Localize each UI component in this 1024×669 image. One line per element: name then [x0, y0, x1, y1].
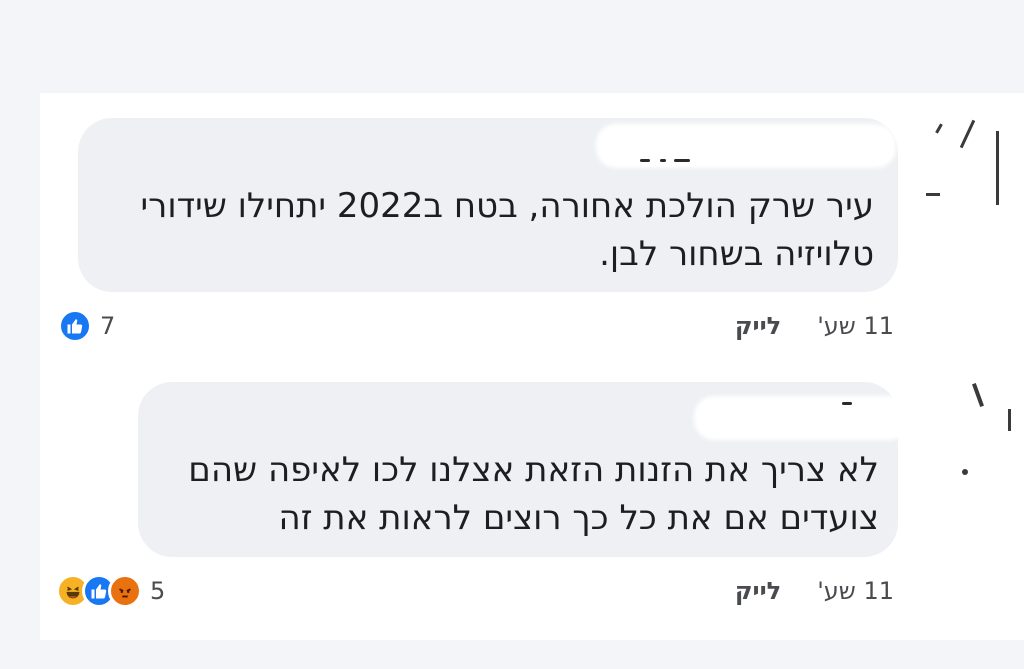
comment-text-line: עיר שרק הולכת אחורה, בטח ב2022 יתחילו שי…	[140, 186, 874, 226]
comment-meta: 11 שע' לייק	[735, 577, 894, 605]
angry-icon	[108, 574, 142, 608]
like-link[interactable]: לייק	[735, 312, 781, 340]
comment-meta: 11 שע' לייק	[735, 312, 894, 340]
comment-text: לא צריך את הזנות הזאת אצלנו לכו לאיפה שה…	[159, 446, 879, 542]
comment-timestamp[interactable]: 11 שע'	[817, 312, 894, 340]
comment-text-line: לא צריך את הזנות הזאת אצלנו לכו לאיפה שה…	[188, 450, 879, 490]
reaction-count: 7	[100, 312, 116, 340]
reaction-summary[interactable]: 5	[56, 574, 165, 608]
comments-screenshot: עיר שרק הולכת אחורה, בטח ב2022 יתחילו שי…	[0, 0, 1024, 669]
reaction-summary[interactable]: 7	[58, 309, 115, 343]
like-link[interactable]: לייק	[735, 577, 781, 605]
cropped-edge	[920, 93, 1024, 640]
comment-text: עיר שרק הולכת אחורה, בטח ב2022 יתחילו שי…	[114, 182, 874, 278]
comment-text-line: צועדים אם את כל כך רוצים לראות את זה	[278, 498, 879, 538]
comment-text-line: טלויזיה בשחור לבן.	[599, 234, 874, 274]
like-icon	[58, 309, 92, 343]
comment-timestamp[interactable]: 11 שע'	[817, 577, 894, 605]
reaction-count: 5	[150, 577, 166, 605]
redacted-author-name	[694, 396, 910, 440]
